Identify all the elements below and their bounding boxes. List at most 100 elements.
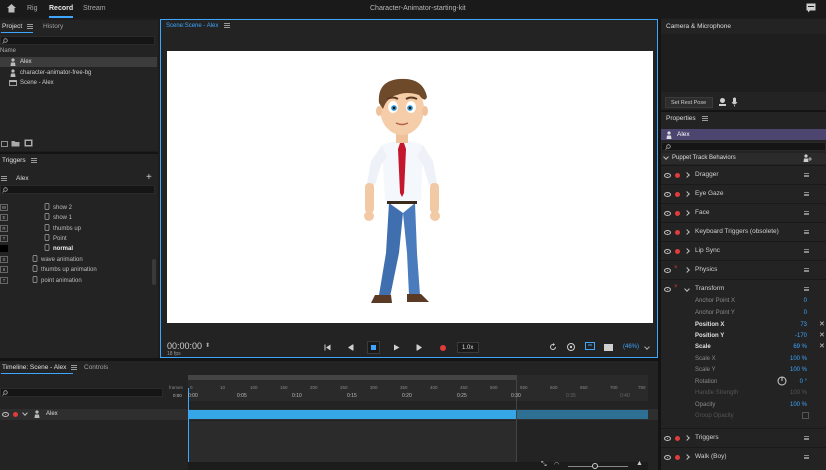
eye-icon[interactable] — [664, 436, 671, 441]
chevron-right-icon[interactable] — [684, 267, 690, 273]
behavior-row-keyboard-triggers[interactable]: Keyboard Triggers (obsolete) — [661, 222, 826, 240]
triggers-menu-icon[interactable] — [30, 157, 37, 163]
eye-icon[interactable] — [664, 173, 671, 178]
behavior-row-walk[interactable]: Walk (Boy) — [661, 447, 826, 465]
behavior-menu-icon[interactable] — [804, 287, 809, 291]
project-search-input[interactable] — [0, 36, 155, 45]
prop-anchor-y[interactable]: Anchor Point Y0 — [695, 308, 815, 319]
timeline-search-input[interactable] — [0, 388, 163, 397]
add-behavior-icon[interactable] — [803, 154, 812, 162]
chevron-right-icon[interactable] — [684, 229, 690, 235]
behavior-row-face[interactable]: Face — [661, 203, 826, 221]
trigger-label[interactable]: thumbs up animation — [41, 267, 97, 273]
scene-menu-icon[interactable] — [224, 23, 231, 28]
behavior-menu-icon[interactable] — [804, 455, 809, 459]
stream-icon[interactable] — [585, 342, 595, 351]
go-to-start-icon[interactable] — [324, 344, 331, 351]
puppet-track-behaviors-header[interactable]: Puppet Track Behaviors — [661, 153, 826, 164]
eye-icon[interactable] — [664, 268, 671, 273]
zoom-mountain-large-icon[interactable]: ▲ — [636, 460, 643, 467]
chevron-right-icon[interactable] — [684, 454, 690, 460]
scene-add-icon[interactable] — [24, 139, 33, 147]
zoom-mountain-small-icon[interactable]: ◠ — [554, 461, 559, 468]
zoom-out-icon[interactable]: ⤡ — [541, 461, 547, 469]
controls-tab[interactable]: Controls — [84, 364, 108, 371]
zoom-chevron-icon[interactable] — [644, 344, 650, 350]
chat-icon[interactable] — [806, 3, 816, 13]
clear-icon[interactable]: ✕ — [819, 320, 825, 328]
prop-position-y[interactable]: Position Y -170 — [695, 331, 815, 342]
zoom-level[interactable]: (46%) — [623, 344, 639, 350]
background-toggle-icon[interactable] — [604, 344, 613, 351]
project-tab[interactable]: Project — [2, 23, 34, 30]
home-icon[interactable] — [6, 3, 17, 13]
behavior-row-physics[interactable]: × Physics — [661, 260, 826, 278]
trigger-label[interactable]: thumbs up — [53, 226, 81, 232]
eye-icon[interactable] — [664, 211, 671, 216]
chevron-down-icon[interactable] — [22, 410, 28, 416]
behavior-row-dragger[interactable]: Dragger — [661, 165, 826, 183]
tab-record[interactable]: Record — [49, 5, 73, 12]
trigger-key[interactable]: R — [0, 225, 8, 232]
trigger-label[interactable]: point animation — [41, 278, 82, 284]
properties-tab[interactable]: Properties — [666, 115, 708, 122]
behavior-menu-icon[interactable] — [804, 268, 809, 272]
new-folder-icon[interactable] — [1, 140, 8, 147]
record-disabled-icon[interactable]: × — [674, 284, 678, 290]
behavior-menu-icon[interactable] — [804, 436, 809, 440]
project-menu-icon[interactable] — [27, 23, 34, 29]
eye-icon[interactable] — [2, 412, 9, 417]
triggers-scrollbar[interactable] — [152, 259, 156, 285]
record-arm-icon[interactable] — [13, 412, 18, 417]
trigger-key[interactable]: 6 — [0, 266, 8, 273]
prop-position-x[interactable]: Position X 73 — [695, 320, 815, 331]
project-item-scene[interactable]: Scene - Alex — [0, 78, 157, 88]
trigger-label[interactable]: show 1 — [53, 215, 72, 221]
chevron-right-icon[interactable] — [684, 191, 690, 197]
behavior-menu-icon[interactable] — [804, 230, 809, 234]
behavior-menu-icon[interactable] — [804, 173, 809, 177]
trigger-key[interactable]: W — [0, 204, 8, 211]
eye-icon[interactable] — [664, 455, 671, 460]
triggers-tab[interactable]: Triggers — [2, 157, 37, 164]
trigger-label[interactable]: show 2 — [53, 205, 72, 211]
eye-icon[interactable] — [664, 230, 671, 235]
trigger-key-empty[interactable] — [0, 245, 8, 252]
properties-search-input[interactable] — [661, 142, 826, 151]
behavior-row-lip-sync[interactable]: Lip Sync — [661, 241, 826, 259]
trigger-label[interactable]: wave animation — [41, 257, 83, 263]
clear-icon[interactable]: ✕ — [819, 331, 825, 339]
record-arm-icon[interactable] — [675, 173, 680, 178]
work-area-bar[interactable] — [188, 375, 516, 380]
prop-scale-x[interactable]: Scale X 100 % — [695, 354, 815, 365]
rotation-dial-icon[interactable] — [777, 376, 787, 386]
zoom-slider[interactable] — [568, 466, 628, 467]
behavior-row-triggers[interactable]: Triggers — [661, 428, 826, 446]
trigger-key[interactable]: S — [0, 256, 8, 263]
properties-menu-icon[interactable] — [701, 115, 708, 121]
character-alex-image[interactable] — [357, 73, 447, 305]
project-item-alex[interactable]: Alex — [0, 57, 157, 67]
chevron-down-icon[interactable] — [684, 286, 690, 292]
record-arm-icon[interactable] — [675, 211, 680, 216]
triggers-search-input[interactable] — [0, 185, 155, 194]
scene-tab[interactable]: Scene:Scene - Alex — [166, 23, 231, 29]
record-disabled-icon[interactable]: × — [674, 265, 678, 271]
prop-scale-y[interactable]: Scale Y 100 % — [695, 365, 815, 376]
timecode[interactable]: 00:00:00 — [167, 341, 202, 351]
record-arm-icon[interactable] — [675, 230, 680, 235]
chevron-right-icon[interactable] — [684, 210, 690, 216]
trigger-key[interactable]: E — [0, 214, 8, 221]
behavior-menu-icon[interactable] — [804, 211, 809, 215]
prop-anchor-x[interactable]: Anchor Point X0 — [695, 296, 815, 307]
clear-icon[interactable]: ✕ — [819, 342, 825, 350]
scene-canvas[interactable] — [167, 51, 653, 323]
tab-rig[interactable]: Rig — [27, 5, 38, 12]
behavior-menu-icon[interactable] — [804, 192, 809, 196]
prop-opacity[interactable]: Opacity 100 % — [695, 400, 815, 411]
project-item-bg[interactable]: character-animator-free-bg — [0, 68, 157, 78]
eye-icon[interactable] — [664, 287, 671, 292]
chevron-right-icon[interactable] — [684, 435, 690, 441]
play-icon[interactable] — [393, 344, 400, 351]
trigger-label[interactable]: Point — [53, 236, 67, 242]
